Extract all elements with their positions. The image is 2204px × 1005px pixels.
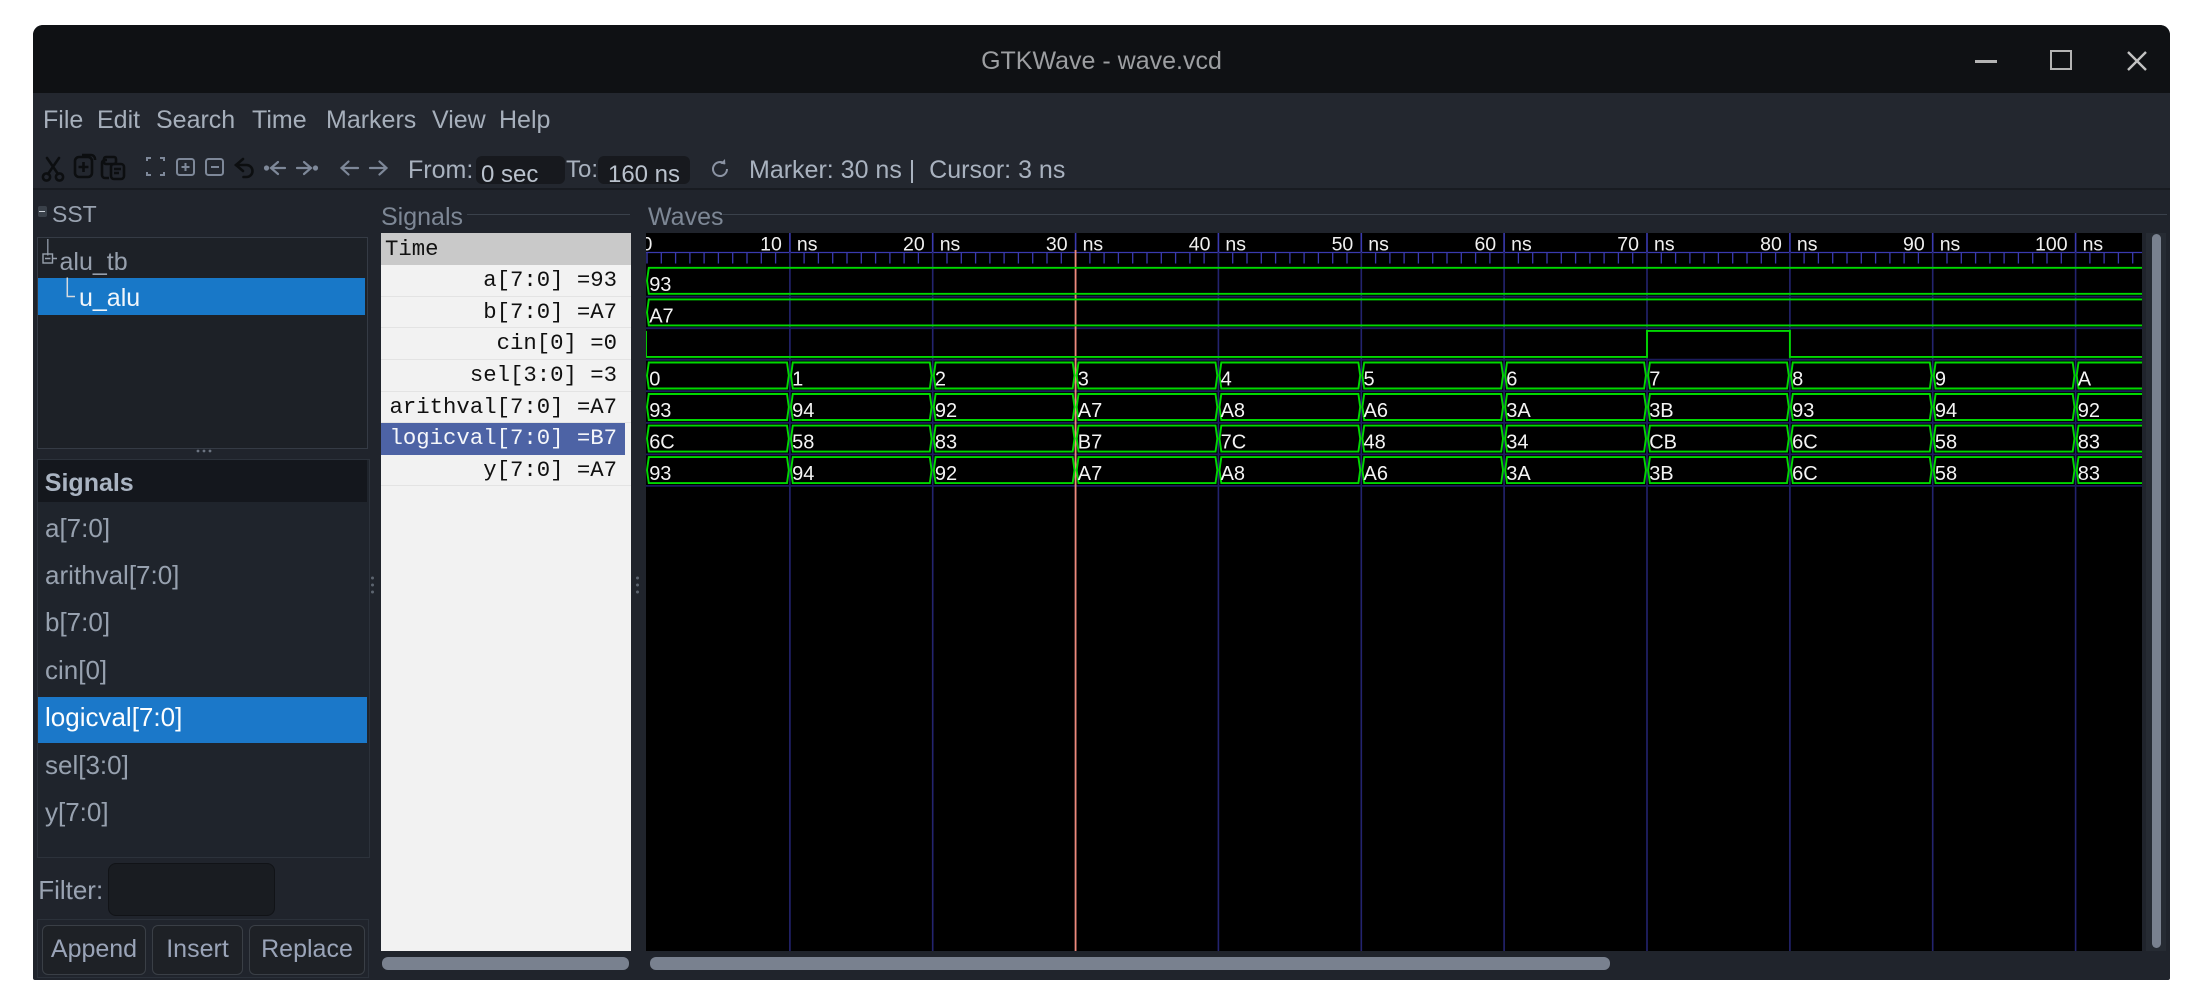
svg-text:34: 34	[1506, 432, 1528, 454]
svg-text:1: 1	[792, 369, 803, 391]
svg-text:A8: A8	[1220, 463, 1244, 485]
svg-text:ns: ns	[2082, 233, 2103, 255]
svg-text:48: 48	[1363, 432, 1385, 454]
svg-text:0: 0	[646, 233, 652, 255]
svg-text:5: 5	[1363, 369, 1374, 391]
svg-text:94: 94	[792, 400, 814, 422]
svg-text:6C: 6C	[1792, 463, 1818, 485]
svg-text:ns: ns	[1939, 233, 1960, 255]
svg-text:100: 100	[2035, 233, 2068, 255]
svg-text:A6: A6	[1363, 400, 1387, 422]
svg-text:6: 6	[1506, 369, 1517, 391]
svg-text:CB: CB	[1649, 432, 1677, 454]
svg-text:0: 0	[649, 369, 660, 391]
svg-text:3B: 3B	[1649, 463, 1673, 485]
svg-text:ns: ns	[1654, 233, 1675, 255]
svg-text:58: 58	[792, 432, 814, 454]
svg-text:ns: ns	[1797, 233, 1818, 255]
svg-text:83: 83	[935, 432, 957, 454]
svg-text:10: 10	[760, 233, 782, 255]
svg-text:83: 83	[2077, 463, 2099, 485]
svg-text:6C: 6C	[649, 432, 675, 454]
svg-text:93: 93	[1792, 400, 1814, 422]
svg-text:B7: B7	[1077, 432, 1101, 454]
svg-text:A7: A7	[1077, 463, 1101, 485]
svg-text:58: 58	[1935, 463, 1957, 485]
svg-text:83: 83	[2077, 432, 2099, 454]
svg-text:7: 7	[1649, 369, 1660, 391]
svg-text:ns: ns	[1225, 233, 1246, 255]
svg-text:3A: 3A	[1506, 463, 1531, 485]
svg-text:ns: ns	[1511, 233, 1532, 255]
svg-text:3: 3	[1077, 369, 1088, 391]
svg-text:A8: A8	[1220, 400, 1244, 422]
svg-text:93: 93	[649, 400, 671, 422]
svg-text:94: 94	[1935, 400, 1957, 422]
svg-text:A7: A7	[649, 305, 673, 327]
svg-text:ns: ns	[939, 233, 960, 255]
svg-text:90: 90	[1903, 233, 1925, 255]
svg-text:60: 60	[1474, 233, 1496, 255]
svg-text:92: 92	[2077, 400, 2099, 422]
svg-text:A7: A7	[1077, 400, 1101, 422]
svg-text:7C: 7C	[1220, 432, 1246, 454]
svg-text:94: 94	[792, 463, 814, 485]
svg-text:6C: 6C	[1792, 432, 1818, 454]
svg-text:9: 9	[1935, 369, 1946, 391]
svg-text:92: 92	[935, 400, 957, 422]
svg-text:58: 58	[1935, 432, 1957, 454]
svg-text:2: 2	[935, 369, 946, 391]
svg-text:80: 80	[1760, 233, 1782, 255]
svg-text:ns: ns	[797, 233, 818, 255]
svg-text:ns: ns	[1082, 233, 1103, 255]
svg-text:40: 40	[1188, 233, 1210, 255]
svg-text:8: 8	[1792, 369, 1803, 391]
svg-text:92: 92	[935, 463, 957, 485]
svg-text:ns: ns	[1368, 233, 1389, 255]
svg-text:93: 93	[649, 274, 671, 296]
svg-text:3A: 3A	[1506, 400, 1531, 422]
svg-text:20: 20	[903, 233, 925, 255]
svg-text:70: 70	[1617, 233, 1639, 255]
svg-text:3B: 3B	[1649, 400, 1673, 422]
svg-text:50: 50	[1331, 233, 1353, 255]
svg-text:A: A	[2077, 369, 2091, 391]
svg-text:93: 93	[649, 463, 671, 485]
svg-text:A6: A6	[1363, 463, 1387, 485]
svg-text:30: 30	[1046, 233, 1068, 255]
svg-text:4: 4	[1220, 369, 1231, 391]
